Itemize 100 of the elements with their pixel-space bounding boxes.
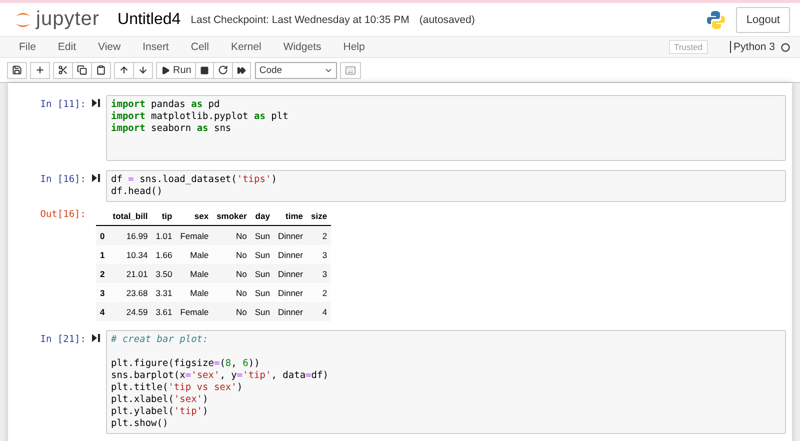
table-cell: Male xyxy=(176,283,213,302)
table-cell: Female xyxy=(176,226,213,245)
table-cell: No xyxy=(212,283,251,302)
menu-item[interactable]: Help xyxy=(332,41,376,53)
logout-button[interactable]: Logout xyxy=(736,6,790,32)
arrow-up-icon xyxy=(119,65,129,75)
table-cell: Dinner xyxy=(274,226,307,245)
menu-item[interactable]: View xyxy=(87,41,132,53)
menu-item[interactable]: Edit xyxy=(46,41,88,53)
table-cell: No xyxy=(212,226,251,245)
table-cell: 24.59 xyxy=(108,302,152,321)
code-line: import matplotlib.pyplot as plt xyxy=(111,111,290,123)
paste-button[interactable] xyxy=(91,62,111,78)
run-cell-icon[interactable] xyxy=(92,99,100,107)
refresh-icon xyxy=(218,65,228,75)
table-cell: Dinner xyxy=(274,264,307,283)
keyboard-button[interactable] xyxy=(340,62,362,78)
jupyter-logo-text[interactable]: jupyter xyxy=(36,8,100,31)
table-cell: 23.68 xyxy=(108,283,152,302)
output-prompt: Out[16]: xyxy=(39,208,86,220)
table-cell: Sun xyxy=(250,302,274,321)
move-up-button[interactable] xyxy=(114,62,134,78)
kernel-name: Python 3 xyxy=(730,41,790,53)
save-button[interactable] xyxy=(7,62,27,78)
code-input[interactable]: df = sns.load_dataset('tips') df.head() xyxy=(106,170,786,202)
code-line: # creat bar plot: xyxy=(111,334,210,346)
row-index: 0 xyxy=(96,226,109,245)
keyboard-icon xyxy=(345,64,356,76)
copy-button[interactable] xyxy=(72,62,92,78)
table-cell: Sun xyxy=(250,283,274,302)
table-cell: 2 xyxy=(307,283,332,302)
menu-item[interactable]: Insert xyxy=(132,41,180,53)
play-icon xyxy=(161,66,170,74)
menu-item[interactable]: Kernel xyxy=(220,41,272,53)
table-cell: No xyxy=(212,302,251,321)
table-cell: 3.61 xyxy=(152,302,176,321)
table-cell: Dinner xyxy=(274,302,307,321)
add-cell-button[interactable] xyxy=(30,62,50,78)
code-line: plt.figure(figsize=(8, 6)) xyxy=(111,358,261,370)
table-cell: 3 xyxy=(307,245,332,264)
table-cell: Dinner xyxy=(274,283,307,302)
code-line: plt.xlabel('sex') xyxy=(111,394,210,406)
table-cell: Female xyxy=(176,302,213,321)
table-cell: 21.01 xyxy=(108,264,152,283)
input-prompt: In [11]: xyxy=(39,98,86,110)
stop-button[interactable] xyxy=(195,62,214,78)
row-index: 3 xyxy=(96,283,109,302)
code-line: sns.barplot(x='sex', y='tip', data=df) xyxy=(111,370,330,382)
move-down-button[interactable] xyxy=(133,62,153,78)
table-cell: 3.50 xyxy=(152,264,176,283)
clipboard-icon xyxy=(96,65,106,75)
code-input[interactable]: import pandas as pd import matplotlib.pyplot as plt import seaborn as sns xyxy=(106,95,786,161)
table-cell: 1.66 xyxy=(152,245,176,264)
menu-item[interactable]: Widgets xyxy=(272,41,332,53)
row-index: 4 xyxy=(96,302,109,321)
plus-icon xyxy=(35,65,45,75)
python-logo-icon xyxy=(706,10,726,30)
checkpoint-text: Last Checkpoint: Last Wednesday at 10:35 PM xyxy=(190,14,410,26)
copy-icon xyxy=(77,65,87,75)
table-cell: Male xyxy=(176,264,213,283)
code-line: df.head() xyxy=(111,186,164,198)
input-prompt: In [16]: xyxy=(39,173,86,185)
code-input[interactable]: # creat bar plot: plt.figure(figsize=(8, 6)) sns.barplot(x='sex', y='tip', data=df) plt.title('tip vs sex') plt.xlabel('sex') plt.ylabel('tip') plt.show() xyxy=(106,330,786,434)
table-cell: Sun xyxy=(250,226,274,245)
fast-forward-icon xyxy=(237,66,246,74)
run-button[interactable]: Run xyxy=(156,62,196,78)
row-index: 2 xyxy=(96,264,109,283)
run-cell-icon[interactable] xyxy=(92,174,100,182)
kernel-idle-icon xyxy=(781,42,790,52)
input-prompt: In [21]: xyxy=(39,333,86,345)
code-line: plt.ylabel('tip') xyxy=(111,406,210,418)
notebook-name[interactable]: Untitled4 xyxy=(118,10,181,28)
run-all-button[interactable] xyxy=(232,62,252,78)
cut-button[interactable] xyxy=(53,62,73,78)
restart-button[interactable] xyxy=(213,62,234,78)
autosave-status: (autosaved) xyxy=(419,14,475,26)
table-cell: 1.01 xyxy=(152,226,176,245)
stop-icon xyxy=(200,66,210,74)
table-cell: 3 xyxy=(307,264,332,283)
menu-item[interactable]: File xyxy=(8,41,47,53)
table-cell: Sun xyxy=(250,245,274,264)
table-cell: Sun xyxy=(250,264,274,283)
arrow-down-icon xyxy=(138,65,148,75)
run-cell-icon[interactable] xyxy=(92,334,100,342)
table-cell: 3.31 xyxy=(152,283,176,302)
table-cell: No xyxy=(212,264,251,283)
table-cell: 16.99 xyxy=(108,226,152,245)
table-cell: 10.34 xyxy=(108,245,152,264)
table-cell: Male xyxy=(176,245,213,264)
code-line: plt.show() xyxy=(111,418,170,430)
cell-type-select[interactable]: Code xyxy=(255,62,338,78)
menu-item[interactable]: Cell xyxy=(180,41,220,53)
code-line: import seaborn as sns xyxy=(111,123,232,135)
table-cell: Dinner xyxy=(274,245,307,264)
code-line: plt.title('tip vs sex') xyxy=(111,382,244,394)
save-icon xyxy=(12,65,22,75)
scissors-icon xyxy=(58,65,68,75)
table-cell: No xyxy=(212,245,251,264)
table-cell: 4 xyxy=(307,302,332,321)
code-line: df = sns.load_dataset('tips') xyxy=(111,174,278,186)
